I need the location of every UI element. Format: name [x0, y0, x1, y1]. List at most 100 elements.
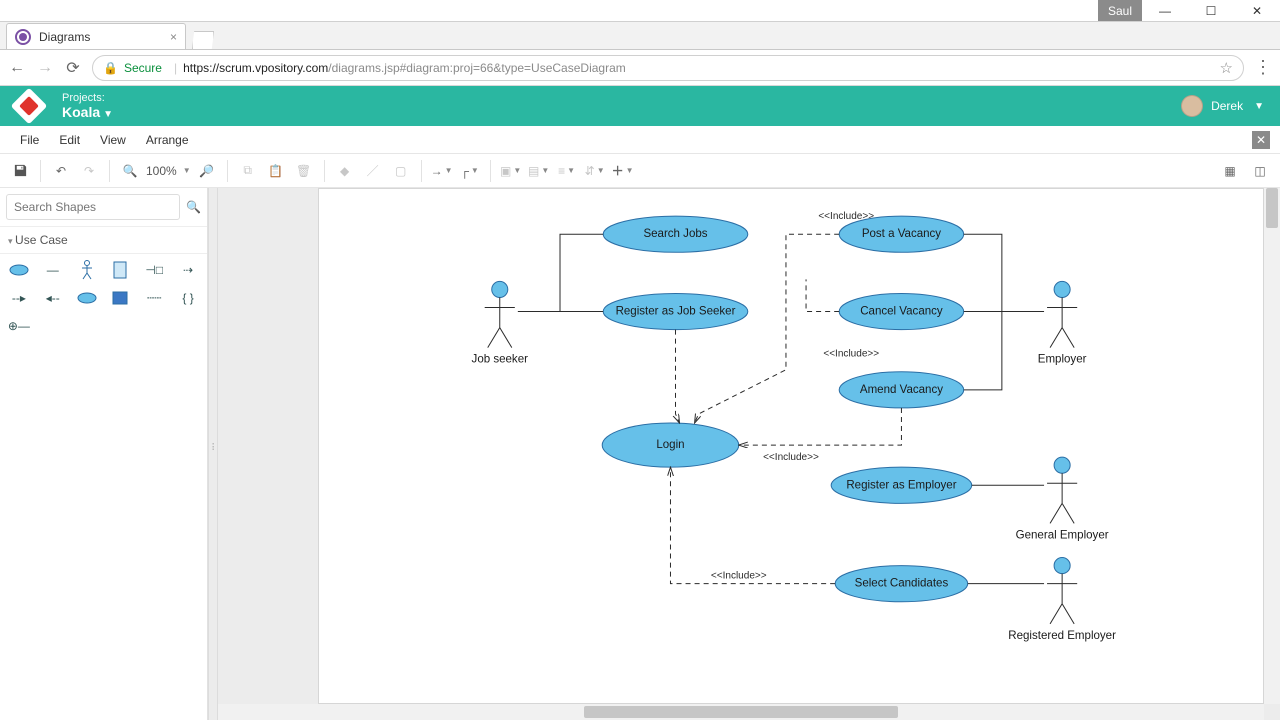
zoom-level[interactable]: 100% [146, 164, 177, 178]
app-logo-icon[interactable] [11, 88, 48, 125]
undo-icon[interactable]: ↶ [49, 159, 73, 183]
search-icon[interactable]: 🔍 [186, 200, 201, 214]
project-switcher[interactable]: Projects: Koala▼ [62, 92, 113, 120]
svg-text:Employer: Employer [1038, 354, 1087, 366]
arrow-style-icon[interactable]: →▼ [430, 159, 454, 183]
url-path: /diagrams.jsp#diagram:proj=66&type=UseCa… [328, 61, 625, 75]
align-icon[interactable]: ≡▼ [555, 159, 579, 183]
usecase-search-jobs[interactable]: Search Jobs [603, 216, 748, 252]
shapes-panel: 🔍 Use Case — ⊣□ ⇢ --▸ ◂-- ┄┄ { } ⊕— [0, 188, 208, 720]
paste-icon[interactable]: 📋 [264, 159, 288, 183]
include-arrow[interactable] [695, 234, 840, 423]
menu-arrange[interactable]: Arrange [136, 129, 199, 151]
lock-icon: 🔒 [103, 61, 118, 75]
os-user-tag: Saul [1098, 0, 1142, 21]
app-header: Projects: Koala▼ Derek ▼ [0, 86, 1280, 126]
shadow-icon[interactable]: ▢ [389, 159, 413, 183]
save-icon[interactable] [8, 159, 32, 183]
actor-job-seeker[interactable]: Job seeker [472, 281, 529, 365]
usecase-register-employer[interactable]: Register as Employer [831, 467, 972, 503]
bring-front-icon[interactable]: ▣▼ [499, 159, 523, 183]
association[interactable] [560, 234, 603, 311]
usecase-register-job-seeker[interactable]: Register as Job Seeker [603, 293, 748, 329]
close-panel-button[interactable]: ✕ [1252, 131, 1270, 149]
shape-note-icon[interactable] [108, 288, 134, 308]
zoom-in-icon[interactable]: 🔎 [195, 159, 219, 183]
canvas-area: Job seeker Employer General Employer Reg… [218, 188, 1280, 720]
fill-icon[interactable]: ◆ [333, 159, 357, 183]
browser-tab[interactable]: Diagrams × [6, 23, 186, 49]
shape-open-arrow-icon[interactable]: ◂-- [40, 288, 66, 308]
zoom-out-icon[interactable]: 🔍 [118, 159, 142, 183]
tab-close-icon[interactable]: × [170, 30, 177, 44]
shape-actor-icon[interactable] [74, 260, 100, 280]
line-style-icon[interactable]: ┌▼ [458, 159, 482, 183]
reload-button[interactable]: ⟳ [64, 58, 82, 78]
shape-constraint-icon[interactable]: { } [175, 288, 201, 308]
shape-arrow-icon[interactable]: --▸ [6, 288, 32, 308]
include-arrow[interactable] [739, 408, 902, 445]
shape-line-icon[interactable]: — [40, 260, 66, 280]
diagram-canvas[interactable]: Job seeker Employer General Employer Reg… [318, 188, 1264, 704]
shape-dash-icon[interactable]: ┄┄ [141, 288, 167, 308]
close-window-button[interactable]: ✕ [1234, 0, 1280, 21]
vertical-scrollbar[interactable] [1264, 188, 1280, 704]
horizontal-scrollbar[interactable] [218, 704, 1264, 720]
usecase-login[interactable]: Login [602, 423, 739, 467]
toolbar: ↶ ↷ 🔍 100%▼ 🔎 ⧉ 📋 🗑 ◆ ／ ▢ →▼ ┌▼ ▣▼ ▤▼ ≡▼… [0, 154, 1280, 188]
bookmark-star-icon[interactable]: ☆ [1220, 59, 1233, 77]
forward-button[interactable]: → [36, 59, 54, 77]
add-icon[interactable]: ＋▼ [611, 159, 635, 183]
search-shapes-input[interactable] [6, 194, 180, 220]
panel-resize-handle[interactable] [208, 188, 218, 720]
diagram-svg: Job seeker Employer General Employer Reg… [319, 189, 1263, 704]
tab-title: Diagrams [39, 30, 90, 44]
os-titlebar: Saul — ☐ ✕ [0, 0, 1280, 22]
svg-text:Select Candidates: Select Candidates [855, 578, 949, 590]
delete-icon[interactable]: 🗑 [292, 159, 316, 183]
include-arrow[interactable] [806, 279, 839, 311]
minimize-button[interactable]: — [1142, 0, 1188, 21]
menu-file[interactable]: File [10, 129, 49, 151]
stroke-icon[interactable]: ／ [361, 159, 385, 183]
svg-text:Cancel Vacancy: Cancel Vacancy [860, 306, 943, 318]
category-header[interactable]: Use Case [0, 227, 207, 254]
shape-rect-icon[interactable] [108, 260, 134, 280]
copy-icon[interactable]: ⧉ [236, 159, 260, 183]
menubar: File Edit View Arrange ✕ [0, 126, 1280, 154]
browser-menu-icon[interactable]: ⋮ [1254, 57, 1272, 78]
include-arrow[interactable] [670, 467, 835, 583]
shape-extend-icon[interactable]: ⇢ [175, 260, 201, 280]
svg-text:Register as Employer: Register as Employer [846, 479, 956, 491]
back-button[interactable]: ← [8, 59, 26, 77]
chevron-down-icon: ▼ [103, 109, 113, 120]
usecase-cancel-vacancy[interactable]: Cancel Vacancy [839, 293, 964, 329]
usecase-amend-vacancy[interactable]: Amend Vacancy [839, 372, 964, 408]
send-back-icon[interactable]: ▤▼ [527, 159, 551, 183]
shape-usecase-icon[interactable] [6, 260, 32, 280]
layout-split-icon[interactable]: ◫ [1248, 159, 1272, 183]
svg-text:Job seeker: Job seeker [472, 354, 529, 366]
browser-tabstrip: Diagrams × [0, 22, 1280, 50]
menu-edit[interactable]: Edit [49, 129, 90, 151]
svg-text:General Employer: General Employer [1016, 529, 1109, 541]
layout-grid-icon[interactable]: ▦ [1218, 159, 1242, 183]
address-bar[interactable]: 🔒 Secure | https://scrum.vpository.com/d… [92, 55, 1244, 81]
svg-text:Post a Vacancy: Post a Vacancy [862, 228, 941, 240]
shape-boundary-icon[interactable]: ⊣□ [141, 260, 167, 280]
actor-general-employer[interactable]: General Employer [1016, 457, 1109, 541]
shape-ellipse-icon[interactable] [74, 288, 100, 308]
menu-view[interactable]: View [90, 129, 136, 151]
distribute-icon[interactable]: ⇵▼ [583, 159, 607, 183]
include-arrow[interactable] [675, 330, 679, 423]
actor-employer[interactable]: Employer [1038, 281, 1087, 365]
user-menu[interactable]: Derek ▼ [1181, 95, 1264, 117]
usecase-select-candidates[interactable]: Select Candidates [835, 566, 968, 602]
include-label: <<Include>> [823, 349, 879, 360]
chevron-down-icon: ▼ [1254, 101, 1264, 112]
redo-icon[interactable]: ↷ [77, 159, 101, 183]
shape-port-icon[interactable]: ⊕— [6, 316, 32, 336]
maximize-button[interactable]: ☐ [1188, 0, 1234, 21]
new-tab-button[interactable] [192, 31, 214, 49]
actor-registered-employer[interactable]: Registered Employer [1008, 558, 1116, 642]
